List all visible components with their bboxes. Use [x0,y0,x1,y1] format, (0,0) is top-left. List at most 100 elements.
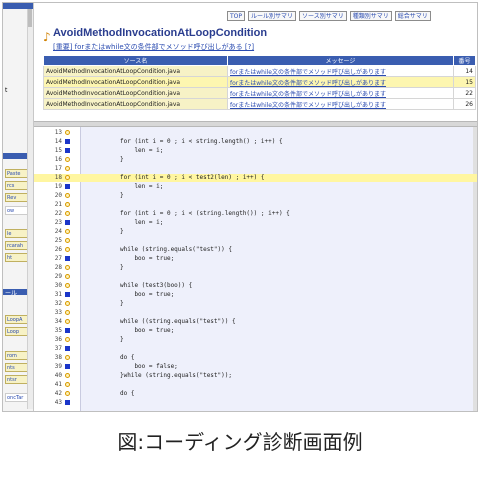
line-number: 34 [54,318,62,325]
issue-circle-icon[interactable] [65,247,70,252]
code-line: 20} [34,192,477,200]
nav-rule-summary-link[interactable]: ルール別サマリ [248,11,297,21]
code-line: 32} [34,300,477,308]
issue-circle-icon[interactable] [65,373,70,378]
issue-circle-icon[interactable] [65,202,70,207]
code-text: boo = true; [120,327,175,334]
line-square-icon[interactable] [65,184,70,189]
issue-circle-icon[interactable] [65,310,70,315]
issue-circle-icon[interactable] [65,193,70,198]
line-square-icon[interactable] [65,292,70,297]
line-number-cell: 22 [453,87,476,99]
line-number: 25 [54,237,62,244]
issue-circle-icon[interactable] [65,337,70,342]
table-row[interactable]: AvoidMethodInvocationAtLoopCondition.jav… [43,65,476,77]
code-line: 22 for (int i = 0 ; i < (string.length())… [34,210,477,218]
line-square-icon[interactable] [65,139,70,144]
code-text: boo = true; [120,291,175,298]
sidebar-scrollbar[interactable] [27,9,33,409]
code-line: 38 do { [34,354,477,362]
line-number: 24 [54,228,62,235]
issue-circle-icon[interactable] [65,355,70,360]
code-line: 29 [34,273,477,281]
line-number: 18 [54,174,62,181]
line-number: 36 [54,336,62,343]
top-nav: TOP ルール別サマリ ソース別サマリ 種類別サマリ 総合サマリ [227,11,431,21]
nav-top-link[interactable]: TOP [227,11,246,21]
code-text: len = i; [120,183,164,190]
line-square-icon[interactable] [65,256,70,261]
message-link[interactable]: forまたはwhile文の条件部でメソッド呼び出しがあります [227,65,454,77]
issue-circle-icon[interactable] [65,175,70,180]
line-square-icon[interactable] [65,328,70,333]
sidebar-section-label: ール [5,290,18,297]
line-number: 39 [54,363,62,370]
figure-caption: 図:コーディング診断画面例 [117,430,363,454]
line-number: 26 [54,246,62,253]
issue-circle-icon[interactable] [65,283,70,288]
nav-type-summary-link[interactable]: 種類別サマリ [349,11,392,21]
issue-circle-icon[interactable] [65,301,70,306]
sidebar-scroll-thumb[interactable] [28,9,32,27]
line-square-icon[interactable] [65,220,70,225]
line-number: 28 [54,264,62,271]
issue-circle-icon[interactable] [65,211,70,216]
code-text: do { [120,354,135,361]
issue-circle-icon[interactable] [65,274,70,279]
code-line: 26 while (string.equals("test")) { [34,246,477,254]
line-number: 13 [54,129,62,136]
sidebar: t Paste rcs Rev ow le rcarah ht ール LoopA… [3,3,34,411]
code-line: 14 for (int i = 0 ; i < string.length() ;… [34,138,477,146]
code-line: 30 while (test3(boo)) { [34,282,477,290]
source-cell: AvoidMethodInvocationAtLoopCondition.jav… [43,87,228,99]
message-link[interactable]: forまたはwhile文の条件部でメソッド呼び出しがあります [227,76,454,88]
code-text: len = i; [120,219,164,226]
issue-circle-icon[interactable] [65,157,70,162]
nav-source-summary-link[interactable]: ソース別サマリ [299,11,347,21]
rule-flag-icon: ♪ [43,30,51,44]
code-line: 34 while ((string.equals("test")) { [34,318,477,326]
table-row[interactable]: AvoidMethodInvocationAtLoopCondition.jav… [43,98,476,110]
nav-total-summary-link[interactable]: 総合サマリ [394,11,431,21]
message-link[interactable]: forまたはwhile文の条件部でメソッド呼び出しがあります [227,98,454,110]
issue-circle-icon[interactable] [65,382,70,387]
code-text: boo = false; [120,363,178,370]
issue-circle-icon[interactable] [65,391,70,396]
issue-circle-icon[interactable] [65,238,70,243]
code-line: 41 [34,381,477,389]
code-line: 35 boo = true; [34,327,477,335]
source-cell: AvoidMethodInvocationAtLoopCondition.jav… [43,98,228,110]
table-row[interactable]: AvoidMethodInvocationAtLoopCondition.jav… [43,87,476,99]
line-number: 21 [54,201,62,208]
issue-circle-icon[interactable] [65,319,70,324]
code-line: 28} [34,264,477,272]
column-header-line[interactable]: 番号 [453,55,476,66]
issue-circle-icon[interactable] [65,229,70,234]
line-square-icon[interactable] [65,148,70,153]
code-text: } [120,192,124,199]
code-text: } [120,228,124,235]
code-text: for (int i = 0 ; i < string.length() ; i… [120,138,283,145]
line-square-icon[interactable] [65,400,70,405]
code-text: for (int i = 0 ; i < (string.length()) ;… [120,210,290,217]
code-text: len = i; [120,147,164,154]
column-header-message[interactable]: メッセージ [227,55,454,66]
rule-description-link[interactable]: [重要] forまたはwhile文の条件部でメソッド呼び出しがある [?] [53,42,254,52]
code-text: } [120,264,124,271]
issue-circle-icon[interactable] [65,265,70,270]
code-text: while ((string.equals("test")) { [120,318,236,325]
line-square-icon[interactable] [65,346,70,351]
code-line: 25 [34,237,477,245]
line-number: 27 [54,255,62,262]
line-number: 14 [54,138,62,145]
message-link[interactable]: forまたはwhile文の条件部でメソッド呼び出しがあります [227,87,454,99]
table-row[interactable]: AvoidMethodInvocationAtLoopCondition.jav… [43,76,476,88]
code-text: } [120,156,124,163]
line-number: 42 [54,390,62,397]
code-line: 33 [34,309,477,317]
line-square-icon[interactable] [65,364,70,369]
issue-circle-icon[interactable] [65,166,70,171]
issue-circle-icon[interactable] [65,130,70,135]
column-header-source[interactable]: ソース名 [43,55,228,66]
code-line: 39 boo = false; [34,363,477,371]
